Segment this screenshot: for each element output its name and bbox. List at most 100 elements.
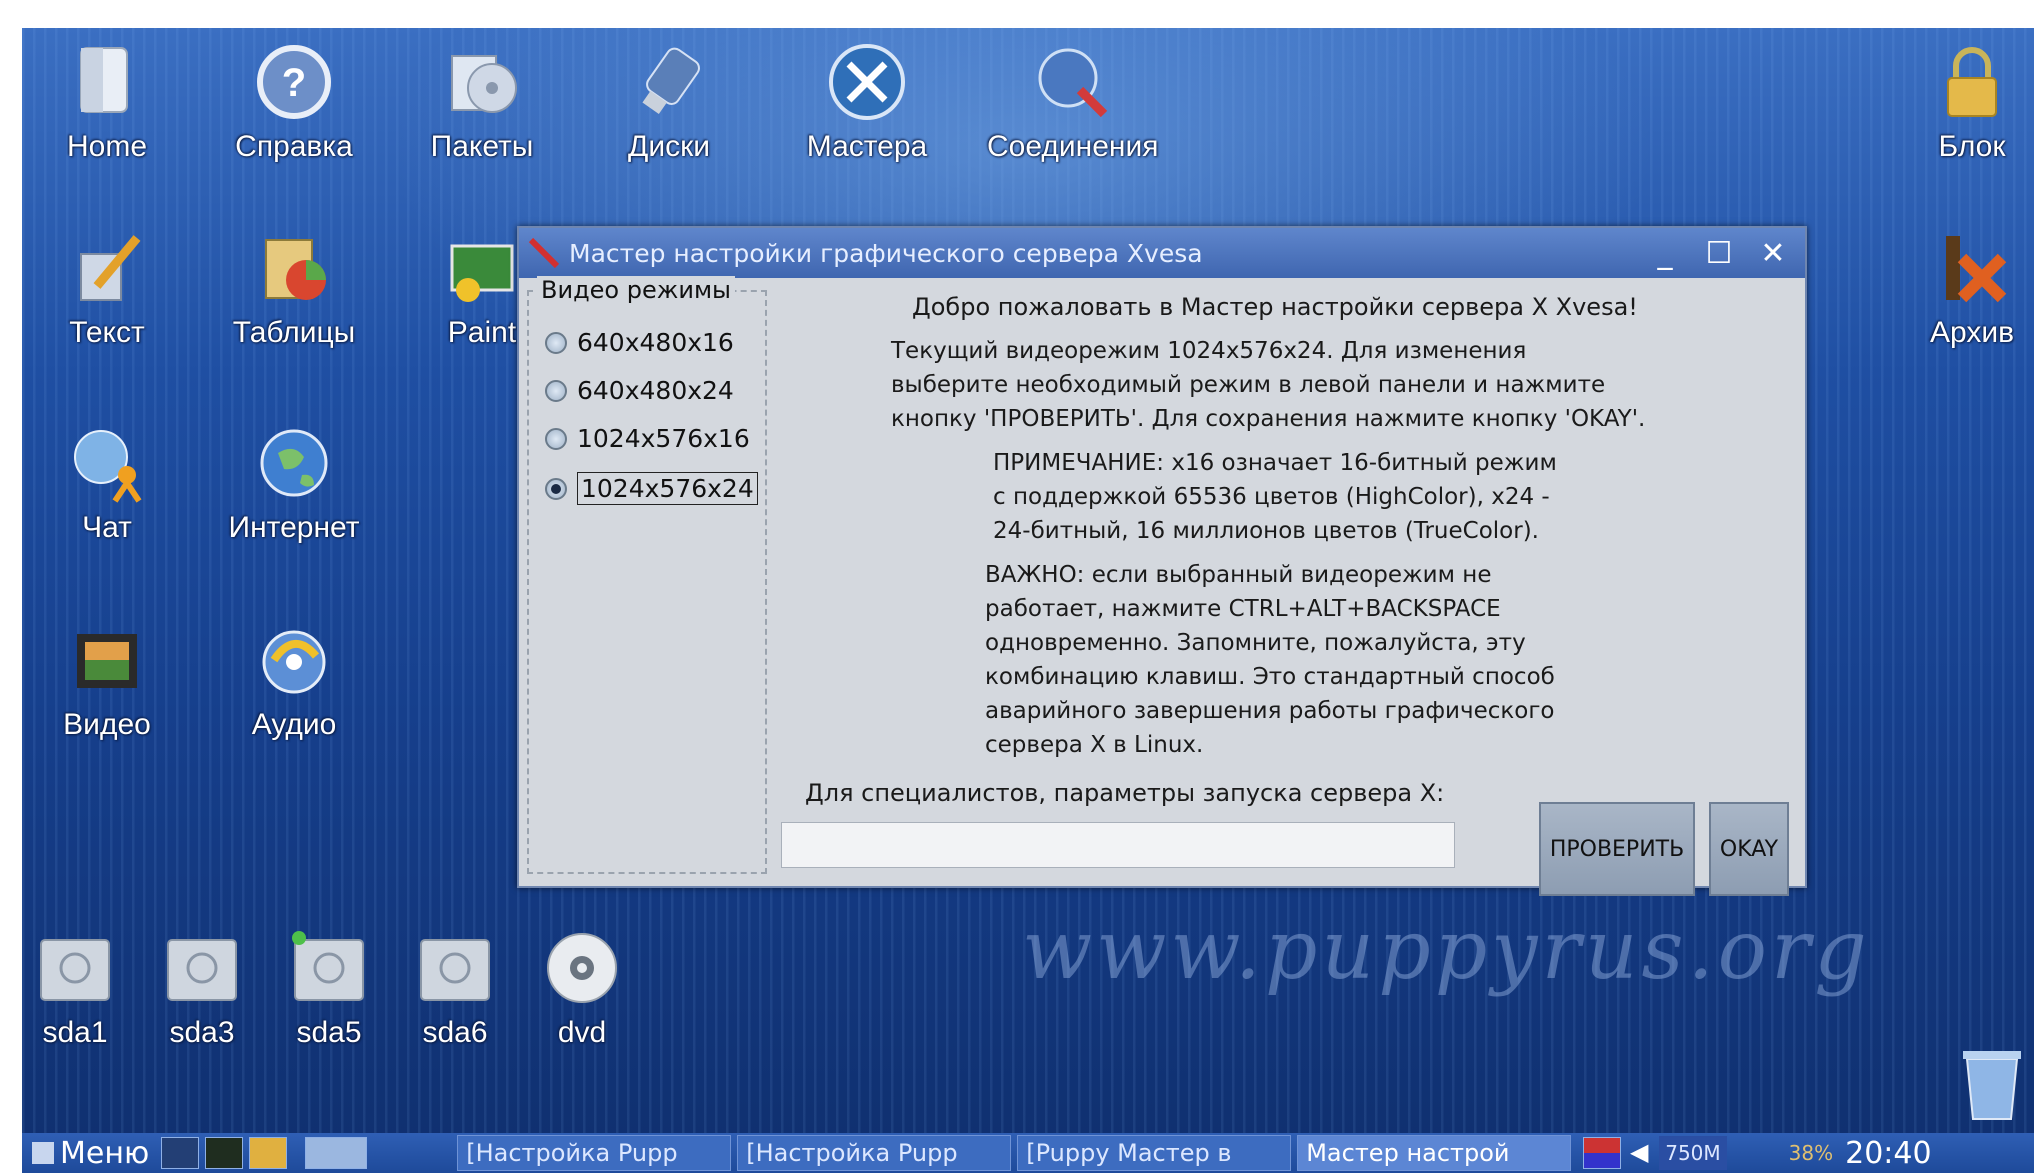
taskbar-task[interactable]: [Настройка Pupp [457, 1135, 732, 1171]
mode-radio-640x480x16[interactable]: 640x480x16 [545, 328, 734, 357]
spreadsheet-icon [254, 228, 334, 308]
desktop-icon-chat[interactable]: Чат [32, 423, 182, 545]
intro-line: Текущий видеорежим 1024x576x24. Для изме… [891, 338, 1527, 364]
intro-line: выберите необходимый режим в левой панел… [891, 372, 1606, 398]
home-folder-icon [67, 42, 147, 122]
maximize-icon[interactable]: ☐ [1697, 233, 1741, 273]
important-line: комбинацию клавиш. Это стандартный спосо… [985, 664, 1555, 690]
desktop-icon-internet[interactable]: Интернет [219, 423, 369, 545]
wizard-tools-icon [827, 42, 907, 122]
check-button[interactable]: ПРОВЕРИТЬ [1539, 802, 1695, 896]
close-icon[interactable]: ✕ [1751, 233, 1795, 273]
mode-label: 640x480x24 [577, 376, 734, 405]
desktop-icon-label: Текст [69, 316, 145, 349]
taskbar-task[interactable]: [Настройка Pupp [737, 1135, 1012, 1171]
mode-label-selected: 1024x576x24 [577, 472, 758, 505]
clock: 20:40 [1845, 1136, 1932, 1170]
drive-icon [289, 928, 369, 1008]
globe-icon [254, 423, 334, 503]
desktop-icon-lock[interactable]: Блок [1917, 42, 2027, 164]
desktop-drive-sda5[interactable]: sda5 [264, 928, 394, 1050]
desktop-icon-label: Соединения [987, 130, 1159, 163]
desktop-icon-archive[interactable]: Архив [1917, 228, 2027, 350]
drive-icon [415, 928, 495, 1008]
desktop-icon-label: Чат [82, 511, 132, 544]
desktop-icon-label: Справка [235, 130, 353, 163]
important-line: сервера X в Linux. [985, 732, 1204, 758]
server-params-input[interactable] [781, 822, 1455, 868]
memory-indicator: 750M [1659, 1136, 1727, 1170]
desktop-icon-label: Мастера [806, 130, 928, 163]
video-modes-legend: Видео режимы [537, 276, 736, 304]
dvd-icon [542, 928, 622, 1008]
taskbar-task[interactable]: [Puppy Мастер в [1017, 1135, 1292, 1171]
battery-indicator: 38% [1788, 1141, 1834, 1165]
desktop-icon-packages[interactable]: Пакеты [407, 42, 557, 164]
desktop-drive-sda1[interactable]: sda1 [22, 928, 140, 1050]
drive-icon [162, 928, 242, 1008]
minimize-icon[interactable]: _ [1643, 233, 1687, 273]
task-label: [Настройка Pupp [466, 1139, 678, 1167]
mode-radio-640x480x24[interactable]: 640x480x24 [545, 376, 734, 405]
radio-button-icon[interactable] [545, 379, 567, 402]
archive-icon [1932, 228, 2012, 308]
desktop-icon-label: Аудио [251, 708, 337, 741]
taskbar-task-active[interactable]: Мастер настрой [1297, 1135, 1572, 1171]
file-manager-icon[interactable] [249, 1137, 288, 1169]
wizard-app-icon [527, 236, 561, 270]
volume-icon[interactable]: ◀ [1627, 1138, 1651, 1168]
desktop-drive-dvd[interactable]: dvd [517, 928, 647, 1050]
paint-icon [442, 228, 522, 308]
lock-icon [1932, 42, 2012, 122]
radio-button-icon[interactable] [545, 427, 567, 450]
desktop-icon-label: sda5 [296, 1016, 362, 1049]
desktop-icon-label: sda3 [169, 1016, 235, 1049]
window-title: Мастер настройки графического сервера Xv… [569, 238, 1203, 268]
mode-radio-1024x576x16[interactable]: 1024x576x16 [545, 424, 750, 453]
trash-icon[interactable] [1957, 1043, 2027, 1123]
window-titlebar[interactable]: Мастер настройки графического сервера Xv… [519, 228, 1805, 278]
desktop-icon-spreadsheets[interactable]: Таблицы [219, 228, 369, 350]
desktop-icon-label: Таблицы [232, 316, 356, 349]
radio-button-icon[interactable] [545, 331, 567, 354]
mode-label: 640x480x16 [577, 328, 734, 357]
pager-icon[interactable] [305, 1137, 368, 1169]
video-modes-panel: Видео режимы 640x480x16 640x480x24 1024x… [527, 276, 767, 874]
audio-icon [254, 620, 334, 700]
desktop-icon-label: dvd [557, 1016, 607, 1049]
desktop-icon-help[interactable]: ? Справка [219, 42, 369, 164]
chat-icon [67, 423, 147, 503]
desktop-icon-label: Архив [1929, 316, 2015, 349]
note-line: 24-битный, 16 миллионов цветов (TrueColo… [993, 518, 1539, 544]
desktop-drive-sda3[interactable]: sda3 [137, 928, 267, 1050]
desktop-icon-home[interactable]: Home [32, 42, 182, 164]
menu-icon [32, 1142, 54, 1164]
desktop-icon-wizards[interactable]: Мастера [792, 42, 942, 164]
important-line: аварийного завершения работы графическог… [985, 698, 1555, 724]
keyboard-layout-flag-icon[interactable] [1583, 1137, 1622, 1169]
welcome-text: Добро пожаловать в Мастер настройки серв… [912, 293, 1638, 321]
help-icon: ? [254, 42, 334, 122]
svg-text:?: ? [282, 61, 306, 105]
xvesa-wizard-window: Мастер настройки графического сервера Xv… [517, 226, 1807, 896]
desktop-icon-label: sda6 [422, 1016, 488, 1049]
desktop-icon-text[interactable]: Текст [32, 228, 182, 350]
desktop-icon-label: Пакеты [430, 130, 534, 163]
desktop-drive-sda6[interactable]: sda6 [390, 928, 520, 1050]
note-line: ПРИМЕЧАНИЕ: x16 означает 16-битный режим [993, 450, 1557, 476]
task-label: [Puppy Мастер в [1026, 1139, 1232, 1167]
okay-button[interactable]: OKAY [1709, 802, 1789, 896]
desktop-icon-video[interactable]: Видео [32, 620, 182, 742]
desktop-icon-audio[interactable]: Аудио [219, 620, 369, 742]
show-desktop-icon[interactable] [161, 1137, 200, 1169]
video-icon [67, 620, 147, 700]
desktop-icon-disks[interactable]: Диски [594, 42, 744, 164]
mode-radio-1024x576x24[interactable]: 1024x576x24 [545, 472, 758, 505]
terminal-icon[interactable] [205, 1137, 244, 1169]
radio-button-selected-icon[interactable] [545, 477, 567, 500]
desktop-icon-label: Видео [63, 708, 151, 741]
intro-line: кнопку 'ПРОВЕРИТЬ'. Для сохранения нажми… [891, 406, 1646, 432]
start-menu-button[interactable]: Меню [26, 1136, 155, 1170]
important-line: ВАЖНО: если выбранный видеорежим не [985, 562, 1492, 588]
desktop-icon-connections[interactable]: Соединения [987, 42, 1159, 164]
